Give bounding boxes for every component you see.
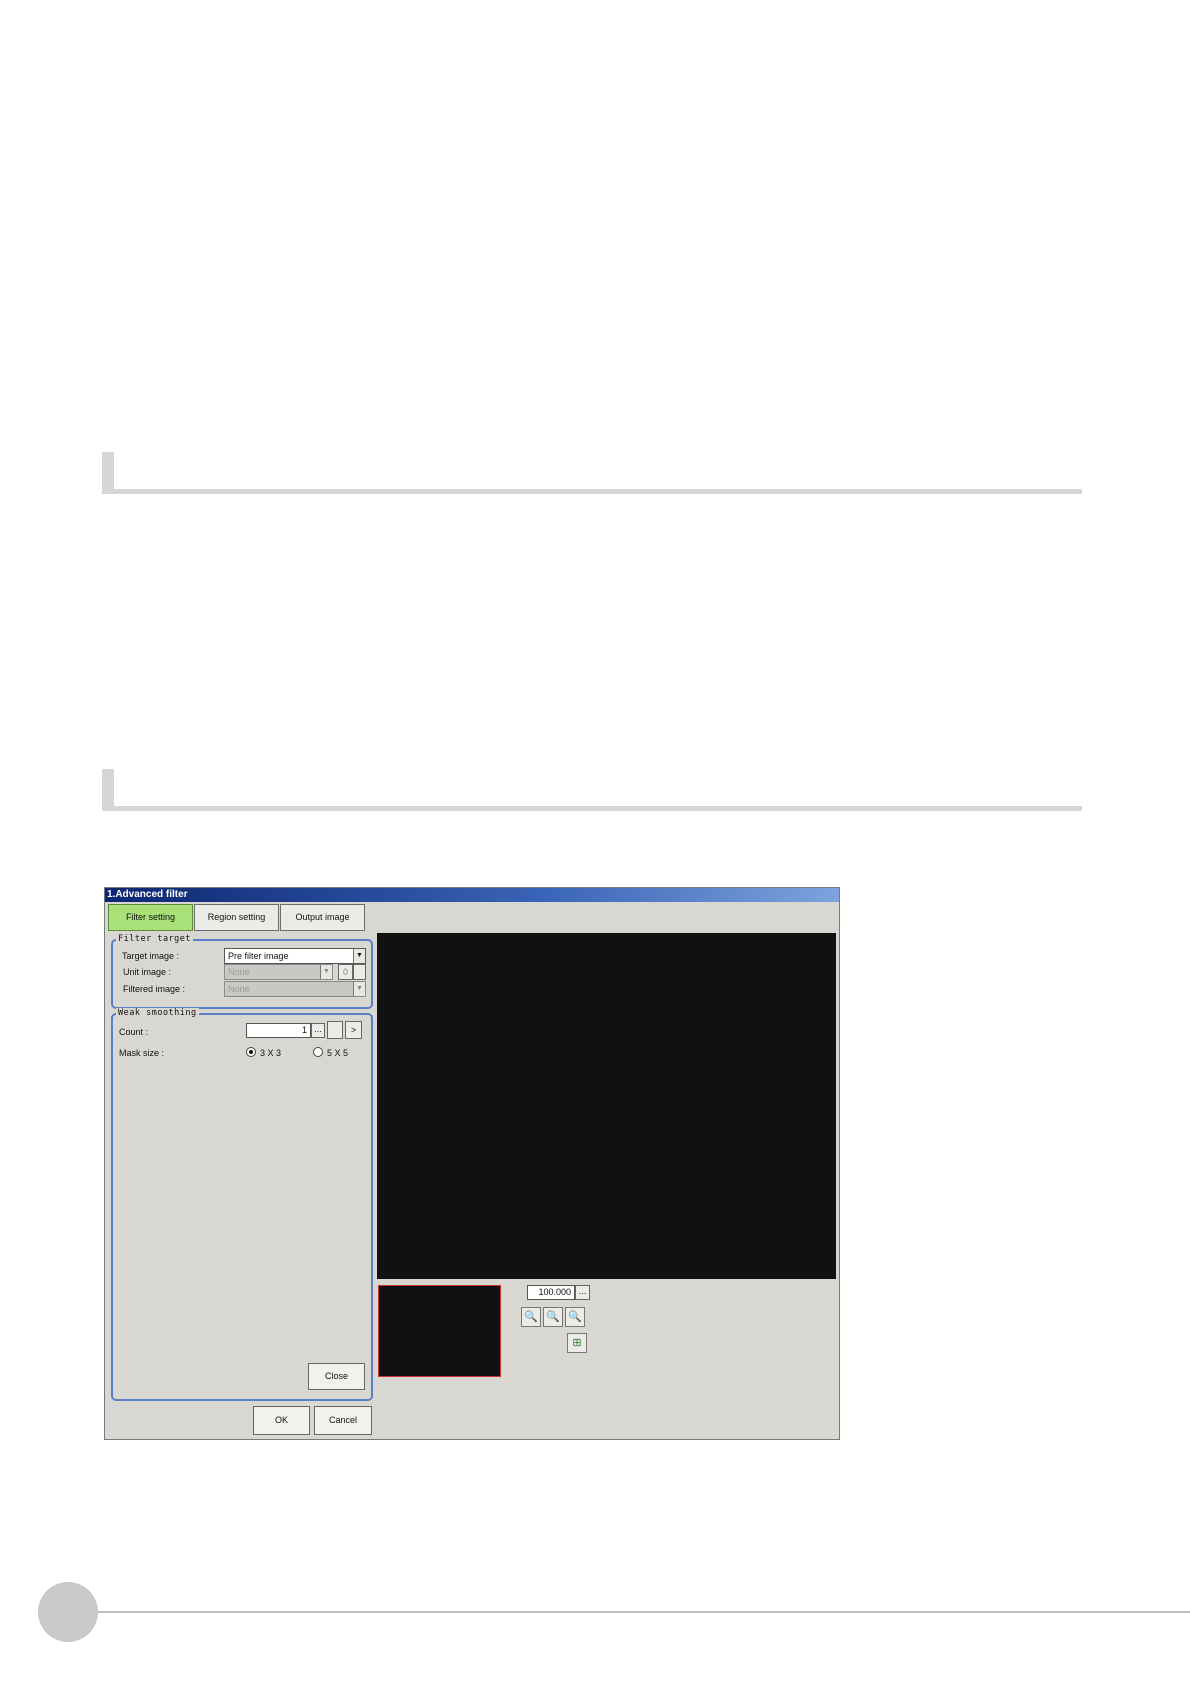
filter-target-legend: Filter target — [116, 934, 194, 944]
mask-size-5x5-radio[interactable]: 5 X 5 — [313, 1047, 348, 1058]
tab-output-image[interactable]: Output image — [280, 904, 365, 931]
chevron-down-icon[interactable]: ▼ — [353, 982, 365, 996]
fit-to-window-icon[interactable]: ⊞ — [567, 1333, 587, 1353]
target-image-select[interactable]: Pre filter image ▼ — [224, 948, 366, 964]
filtered-image-select[interactable]: None ▼ — [224, 981, 366, 997]
zoom-ellipsis-button[interactable]: ... — [575, 1285, 590, 1300]
zoom-fit-icon[interactable]: 🔍 — [565, 1307, 585, 1327]
count-input[interactable]: 1 — [246, 1023, 311, 1038]
filter-target-group: Filter target Target image : Pre filter … — [111, 934, 373, 1009]
count-label: Count : — [119, 1027, 149, 1037]
count-ellipsis-button[interactable]: ... — [311, 1023, 325, 1038]
count-next-button[interactable]: > — [345, 1021, 362, 1039]
section-heading-1 — [102, 452, 1082, 494]
mask-size-label: Mask size : — [119, 1048, 165, 1058]
zoom-input[interactable]: 100.000 — [527, 1285, 575, 1300]
zoom-out-icon[interactable]: 🔍 — [543, 1307, 563, 1327]
chevron-down-icon[interactable]: ▼ — [353, 949, 365, 963]
close-button[interactable]: Close — [308, 1363, 365, 1390]
unit-image-select[interactable]: None ▼ — [224, 964, 333, 980]
heading-marker — [102, 769, 114, 811]
weak-smoothing-legend: Weak smoothing — [116, 1008, 199, 1018]
tab-filter-setting[interactable]: Filter setting — [108, 904, 193, 931]
target-image-value: Pre filter image — [228, 951, 289, 961]
section-heading-2 — [102, 769, 1082, 811]
weak-smoothing-group: Weak smoothing Count : 1 ... > Mask size… — [111, 1008, 373, 1401]
heading-rule — [102, 806, 1082, 811]
filtered-image-label: Filtered image : — [123, 984, 186, 994]
tab-region-setting[interactable]: Region setting — [194, 904, 279, 931]
count-blank-button[interactable] — [327, 1021, 343, 1039]
unit-image-label: Unit image : — [123, 967, 172, 977]
chevron-down-icon[interactable]: ▼ — [320, 965, 332, 979]
ok-button[interactable]: OK — [253, 1406, 310, 1435]
heading-marker — [102, 452, 114, 494]
cancel-button[interactable]: Cancel — [314, 1406, 372, 1435]
advanced-filter-window: 1.Advanced filter Filter setting Region … — [104, 887, 840, 1440]
target-image-label: Target image : — [122, 951, 180, 961]
mask-size-3x3-label: 3 X 3 — [260, 1048, 282, 1058]
mask-size-5x5-label: 5 X 5 — [327, 1048, 349, 1058]
window-title: 1.Advanced filter — [105, 888, 839, 902]
thumbnail-navigator[interactable] — [378, 1285, 501, 1377]
filtered-image-value: None — [228, 984, 250, 994]
image-viewer[interactable] — [377, 933, 836, 1279]
zoom-in-icon[interactable]: 🔍 — [521, 1307, 541, 1327]
heading-rule — [102, 489, 1082, 494]
radio-unselected-icon — [313, 1047, 323, 1057]
radio-selected-icon — [246, 1047, 256, 1057]
page-number-badge — [38, 1582, 98, 1642]
footer-rule — [98, 1611, 1190, 1613]
unit-image-spin[interactable] — [353, 964, 366, 980]
mask-size-3x3-radio[interactable]: 3 X 3 — [246, 1047, 281, 1058]
unit-image-value: None — [228, 967, 250, 977]
unit-image-number[interactable]: 0 — [338, 964, 353, 980]
